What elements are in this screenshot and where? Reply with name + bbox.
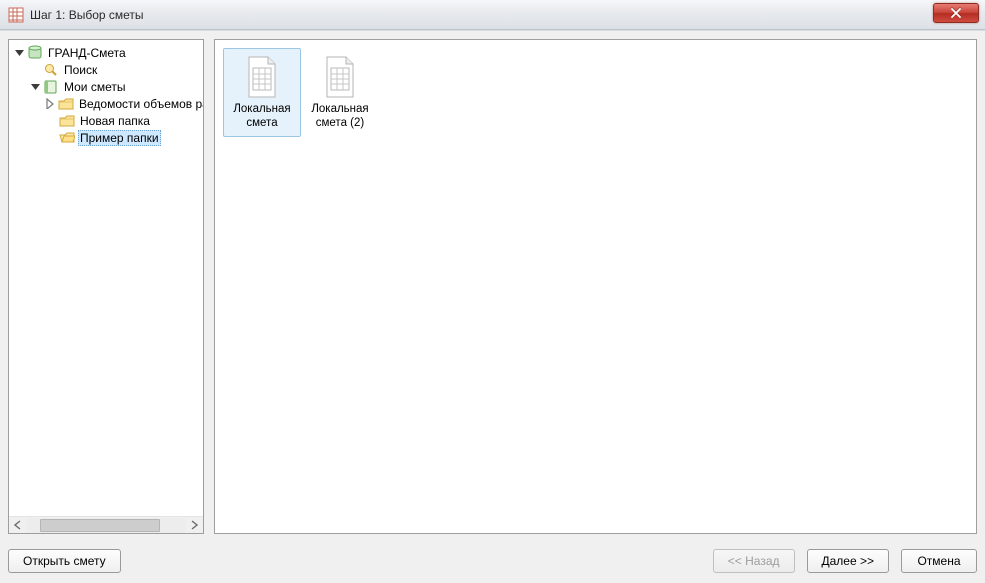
tree-folder-2-label: Пример папки <box>78 130 161 146</box>
tree-folder-0[interactable]: Ведомости объемов ра <box>41 95 203 112</box>
expander-placeholder <box>45 132 57 144</box>
tree-root-label: ГРАНД-Смета <box>46 46 128 60</box>
client-area: ГРАНД-Смета Поиск <box>0 30 985 583</box>
panes: ГРАНД-Смета Поиск <box>8 39 977 534</box>
title-bar: Шаг 1: Выбор сметы <box>0 0 985 30</box>
tree-my-estimates[interactable]: Мои сметы <box>25 78 203 95</box>
search-icon <box>43 62 59 78</box>
tree-folder-1-label: Новая папка <box>78 114 152 128</box>
tree-horizontal-scrollbar[interactable] <box>9 516 203 533</box>
chevron-down-icon[interactable] <box>29 81 41 93</box>
app-icon <box>8 7 24 23</box>
tree-search-label: Поиск <box>62 63 99 77</box>
chevron-down-icon[interactable] <box>13 47 25 59</box>
expander-placeholder <box>29 64 41 76</box>
document-icon <box>322 55 358 99</box>
open-estimate-button[interactable]: Открыть смету <box>8 549 121 573</box>
tree-pane: ГРАНД-Смета Поиск <box>8 39 204 534</box>
expander-placeholder <box>45 115 57 127</box>
tree-view[interactable]: ГРАНД-Смета Поиск <box>9 40 203 516</box>
tree-my-estimates-label: Мои сметы <box>62 80 128 94</box>
next-button[interactable]: Далее >> <box>807 549 890 573</box>
cancel-button[interactable]: Отмена <box>901 549 977 573</box>
tree-folder-0-label: Ведомости объемов ра <box>77 97 203 111</box>
chevron-right-icon[interactable] <box>45 98 56 110</box>
close-icon <box>951 8 961 18</box>
file-item-0[interactable]: Локальная смета <box>223 48 301 137</box>
file-item-0-line2: смета <box>246 117 277 129</box>
folder-icon <box>58 96 74 112</box>
file-item-1-line2: смета (2) <box>316 117 364 129</box>
item-list: Локальная смета Локальная смета (2) <box>223 48 968 137</box>
folder-icon <box>59 113 75 129</box>
window-close-button[interactable] <box>933 3 979 23</box>
file-item-1[interactable]: Локальная смета (2) <box>301 48 379 137</box>
scroll-left-button[interactable] <box>9 518 26 533</box>
scroll-thumb[interactable] <box>40 519 160 532</box>
button-bar: Открыть смету << Назад Далее >> Отмена <box>8 549 977 573</box>
scroll-track[interactable] <box>26 518 186 533</box>
scroll-right-button[interactable] <box>186 518 203 533</box>
database-icon <box>27 45 43 61</box>
tree-search[interactable]: Поиск <box>25 61 203 78</box>
tree-folder-1[interactable]: Новая папка <box>41 112 203 129</box>
file-item-1-line1: Локальная <box>311 103 368 115</box>
content-pane[interactable]: Локальная смета Локальная смета (2) <box>214 39 977 534</box>
window-title: Шаг 1: Выбор сметы <box>30 8 144 22</box>
folder-open-icon <box>59 130 75 146</box>
tree-folder-2[interactable]: Пример папки <box>41 129 203 146</box>
book-icon <box>43 79 59 95</box>
tree-root[interactable]: ГРАНД-Смета <box>9 44 203 61</box>
document-icon <box>244 55 280 99</box>
back-button: << Назад <box>713 549 795 573</box>
file-item-0-line1: Локальная <box>233 103 290 115</box>
